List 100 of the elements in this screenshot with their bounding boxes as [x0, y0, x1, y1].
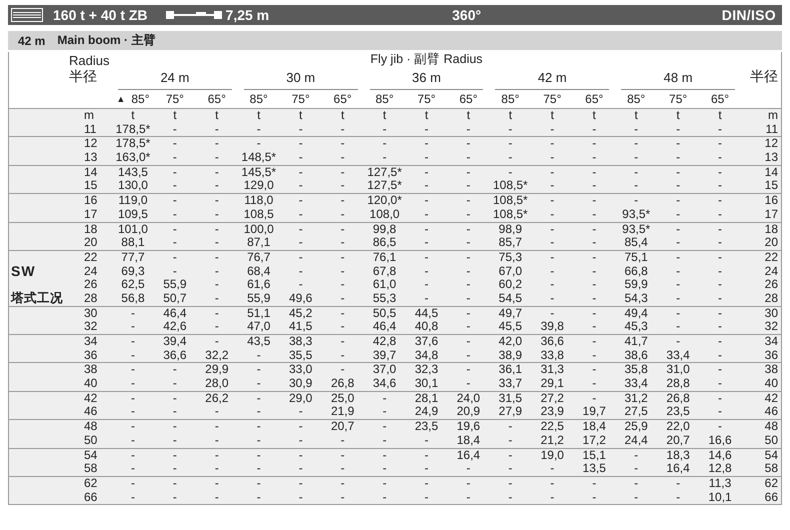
- table-cell-text: -: [298, 122, 304, 136]
- table-cell-text: -: [340, 194, 346, 208]
- table-cell-text: 49,4: [623, 306, 649, 320]
- table-cell-text: 61,6: [246, 278, 272, 292]
- table-cell-text: -: [214, 462, 220, 476]
- radius-cell-text: 13: [83, 151, 98, 165]
- table-cell-text: -: [130, 405, 136, 420]
- unit-cell-text: m: [83, 109, 95, 123]
- table-cell-text: -: [130, 434, 136, 448]
- table-cell-text: 85,7: [498, 236, 524, 250]
- table-cell-text: -: [465, 250, 472, 265]
- table-cell-text: -: [675, 292, 682, 306]
- table-cell-text: 148,5*: [240, 151, 278, 165]
- table-cell-text: -: [465, 377, 472, 391]
- radius-cell-text: 46: [764, 405, 779, 420]
- table-cell-text: -: [172, 490, 178, 504]
- table-cell-text: -: [591, 166, 598, 180]
- radius-cell-text: 18: [764, 222, 779, 236]
- table-cell-text: -: [717, 363, 724, 378]
- table-cell-text: 37,0: [372, 363, 398, 378]
- table-cell-text: 26,8: [665, 392, 691, 406]
- table-cell-text: -: [256, 122, 262, 136]
- table-cell-text: -: [172, 392, 178, 406]
- table-cell-text: -: [298, 462, 304, 476]
- table-cell-text: -: [256, 434, 262, 448]
- table-cell-text: -: [675, 151, 682, 165]
- table-cell-text: -: [172, 448, 178, 462]
- radius-cell-text: 22: [764, 250, 779, 265]
- radius-cell-text: 24: [764, 264, 779, 278]
- table-cell-text: -: [507, 420, 514, 434]
- table-cell-text: -: [298, 166, 304, 180]
- table-cell-text: -: [298, 264, 304, 278]
- table-cell-text: -: [256, 462, 262, 476]
- table-cell-text: 29,9: [204, 363, 230, 378]
- table-cell-text: -: [340, 476, 346, 491]
- table-cell-text: 20,9: [456, 405, 482, 420]
- table-cell-text: -: [633, 490, 640, 504]
- table-cell-text: -: [591, 194, 598, 208]
- table-cell-text: -: [717, 377, 724, 391]
- table-cell-text: -: [549, 151, 556, 165]
- table-cell-text: -: [675, 222, 682, 236]
- table-cell-text: -: [717, 348, 724, 362]
- table-cell-text: -: [591, 137, 598, 152]
- table-cell-text: 59,9: [623, 278, 649, 292]
- table-cell-text: 10,1: [707, 490, 733, 504]
- table-cell-text: -: [675, 335, 682, 349]
- angle-header: 75°: [292, 92, 310, 106]
- table-cell-text: -: [382, 151, 388, 165]
- table-cell-text: 76,7: [246, 250, 272, 265]
- table-cell-text: -: [717, 166, 724, 180]
- table-cell-text: -: [382, 490, 388, 504]
- table-cell-text: -: [214, 476, 220, 491]
- angle-header: 65°: [710, 92, 730, 106]
- table-cell-text: -: [717, 292, 724, 306]
- side-label: 塔式工况: [10, 292, 64, 306]
- radius-cell-text: 34: [83, 335, 98, 349]
- table-cell-text: 100,0: [242, 222, 275, 236]
- table-cell-text: -: [340, 122, 346, 136]
- table-cell-text: 75,1: [623, 250, 649, 265]
- radius-cell-text: 30: [764, 306, 779, 320]
- table-cell-text: 33,8: [540, 348, 565, 362]
- table-cell-text: -: [423, 151, 430, 165]
- radius-cell-text: 48: [764, 420, 779, 434]
- table-cell-text: 56,8: [120, 292, 146, 306]
- table-cell-text: -: [591, 179, 598, 194]
- table-cell-text: -: [340, 462, 346, 476]
- table-cell-text: -: [465, 278, 472, 292]
- table-cell-text: -: [256, 405, 262, 420]
- table-cell-text: -: [549, 306, 556, 320]
- table-cell-text: -: [423, 292, 430, 306]
- table-cell-text: -: [256, 392, 262, 406]
- radius-cell-text: 58: [764, 462, 779, 476]
- table-cell-text: -: [172, 377, 178, 391]
- table-cell-text: 67,0: [498, 264, 524, 278]
- table-cell-text: 31,5: [498, 392, 524, 406]
- table-cell-text: -: [214, 434, 220, 448]
- table-cell-text: -: [172, 179, 178, 194]
- table-cell-text: -: [675, 320, 682, 334]
- table-cell-text: 22,5: [540, 420, 565, 434]
- table-cell-text: -: [507, 166, 514, 180]
- table-cell-text: 15,1: [582, 448, 607, 462]
- table-cell-text: 68,4: [246, 264, 272, 278]
- counterweight-label: 160 t + 40 t ZB: [53, 7, 148, 23]
- table-cell-text: -: [465, 490, 472, 504]
- table-cell-text: 20,7: [330, 420, 356, 434]
- table-cell-text: 69,3: [120, 264, 146, 278]
- table-cell-text: 13,5: [582, 462, 607, 476]
- table-cell-text: 16,6: [707, 434, 733, 448]
- radius-cell-text: 62: [764, 476, 779, 491]
- table-cell-text: -: [340, 348, 346, 362]
- table-cell-text: 19,0: [540, 448, 565, 462]
- table-cell-text: -: [717, 392, 724, 406]
- table-cell-text: -: [298, 405, 304, 420]
- table-cell-text: -: [717, 250, 724, 265]
- table-cell-text: 38,3: [288, 335, 314, 349]
- table-cell-text: -: [717, 405, 724, 420]
- table-cell-text: -: [549, 208, 556, 222]
- table-cell-text: -: [507, 476, 514, 491]
- table-cell-text: -: [172, 434, 178, 448]
- radius-cell-text: 20: [83, 236, 98, 250]
